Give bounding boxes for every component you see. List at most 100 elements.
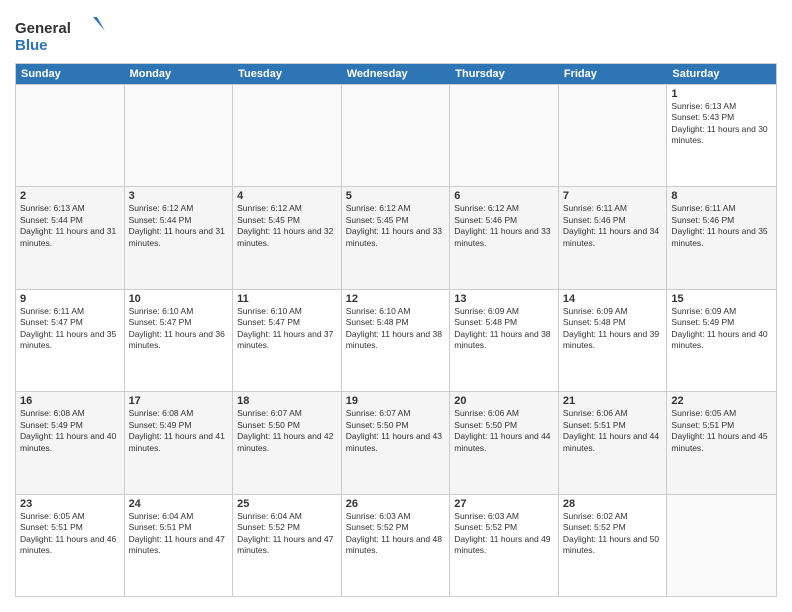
day-number: 28 bbox=[563, 498, 663, 510]
day-info: Sunrise: 6:05 AM Sunset: 5:51 PM Dayligh… bbox=[20, 511, 120, 557]
day-cell: 16Sunrise: 6:08 AM Sunset: 5:49 PM Dayli… bbox=[16, 392, 125, 493]
header: General Blue bbox=[15, 15, 777, 55]
day-cell: 21Sunrise: 6:06 AM Sunset: 5:51 PM Dayli… bbox=[559, 392, 668, 493]
day-info: Sunrise: 6:03 AM Sunset: 5:52 PM Dayligh… bbox=[454, 511, 554, 557]
day-cell: 19Sunrise: 6:07 AM Sunset: 5:50 PM Dayli… bbox=[342, 392, 451, 493]
day-header-friday: Friday bbox=[559, 64, 668, 84]
week-row-4: 16Sunrise: 6:08 AM Sunset: 5:49 PM Dayli… bbox=[16, 391, 776, 493]
day-cell: 12Sunrise: 6:10 AM Sunset: 5:48 PM Dayli… bbox=[342, 290, 451, 391]
day-header-sunday: Sunday bbox=[16, 64, 125, 84]
day-cell: 22Sunrise: 6:05 AM Sunset: 5:51 PM Dayli… bbox=[667, 392, 776, 493]
day-cell bbox=[125, 85, 234, 186]
calendar: SundayMondayTuesdayWednesdayThursdayFrid… bbox=[15, 63, 777, 597]
day-info: Sunrise: 6:11 AM Sunset: 5:46 PM Dayligh… bbox=[563, 203, 663, 249]
day-info: Sunrise: 6:10 AM Sunset: 5:47 PM Dayligh… bbox=[237, 306, 337, 352]
day-info: Sunrise: 6:06 AM Sunset: 5:51 PM Dayligh… bbox=[563, 408, 663, 454]
day-header-thursday: Thursday bbox=[450, 64, 559, 84]
day-cell bbox=[233, 85, 342, 186]
svg-text:General: General bbox=[15, 20, 71, 37]
day-info: Sunrise: 6:13 AM Sunset: 5:44 PM Dayligh… bbox=[20, 203, 120, 249]
page: General Blue SundayMondayTuesdayWednesda… bbox=[0, 0, 792, 612]
day-cell bbox=[559, 85, 668, 186]
week-row-1: 1Sunrise: 6:13 AM Sunset: 5:43 PM Daylig… bbox=[16, 84, 776, 186]
day-cell bbox=[342, 85, 451, 186]
day-number: 18 bbox=[237, 395, 337, 407]
day-number: 3 bbox=[129, 190, 229, 202]
day-info: Sunrise: 6:12 AM Sunset: 5:45 PM Dayligh… bbox=[346, 203, 446, 249]
day-header-saturday: Saturday bbox=[667, 64, 776, 84]
day-cell: 15Sunrise: 6:09 AM Sunset: 5:49 PM Dayli… bbox=[667, 290, 776, 391]
day-number: 2 bbox=[20, 190, 120, 202]
day-number: 23 bbox=[20, 498, 120, 510]
day-cell: 4Sunrise: 6:12 AM Sunset: 5:45 PM Daylig… bbox=[233, 187, 342, 288]
day-cell: 13Sunrise: 6:09 AM Sunset: 5:48 PM Dayli… bbox=[450, 290, 559, 391]
day-number: 16 bbox=[20, 395, 120, 407]
weeks-container: 1Sunrise: 6:13 AM Sunset: 5:43 PM Daylig… bbox=[16, 84, 776, 596]
day-number: 12 bbox=[346, 293, 446, 305]
day-number: 13 bbox=[454, 293, 554, 305]
day-cell: 2Sunrise: 6:13 AM Sunset: 5:44 PM Daylig… bbox=[16, 187, 125, 288]
day-cell: 27Sunrise: 6:03 AM Sunset: 5:52 PM Dayli… bbox=[450, 495, 559, 596]
day-number: 15 bbox=[671, 293, 772, 305]
day-number: 9 bbox=[20, 293, 120, 305]
day-info: Sunrise: 6:04 AM Sunset: 5:51 PM Dayligh… bbox=[129, 511, 229, 557]
day-number: 5 bbox=[346, 190, 446, 202]
day-headers: SundayMondayTuesdayWednesdayThursdayFrid… bbox=[16, 64, 776, 84]
day-info: Sunrise: 6:02 AM Sunset: 5:52 PM Dayligh… bbox=[563, 511, 663, 557]
logo: General Blue bbox=[15, 15, 105, 55]
day-cell: 24Sunrise: 6:04 AM Sunset: 5:51 PM Dayli… bbox=[125, 495, 234, 596]
day-cell: 20Sunrise: 6:06 AM Sunset: 5:50 PM Dayli… bbox=[450, 392, 559, 493]
day-info: Sunrise: 6:10 AM Sunset: 5:48 PM Dayligh… bbox=[346, 306, 446, 352]
day-info: Sunrise: 6:09 AM Sunset: 5:48 PM Dayligh… bbox=[563, 306, 663, 352]
day-cell bbox=[16, 85, 125, 186]
day-number: 19 bbox=[346, 395, 446, 407]
day-number: 11 bbox=[237, 293, 337, 305]
day-number: 1 bbox=[671, 88, 772, 100]
day-cell: 9Sunrise: 6:11 AM Sunset: 5:47 PM Daylig… bbox=[16, 290, 125, 391]
day-cell: 7Sunrise: 6:11 AM Sunset: 5:46 PM Daylig… bbox=[559, 187, 668, 288]
day-info: Sunrise: 6:12 AM Sunset: 5:44 PM Dayligh… bbox=[129, 203, 229, 249]
day-cell: 17Sunrise: 6:08 AM Sunset: 5:49 PM Dayli… bbox=[125, 392, 234, 493]
day-cell: 3Sunrise: 6:12 AM Sunset: 5:44 PM Daylig… bbox=[125, 187, 234, 288]
day-cell: 14Sunrise: 6:09 AM Sunset: 5:48 PM Dayli… bbox=[559, 290, 668, 391]
day-cell: 8Sunrise: 6:11 AM Sunset: 5:46 PM Daylig… bbox=[667, 187, 776, 288]
day-cell: 23Sunrise: 6:05 AM Sunset: 5:51 PM Dayli… bbox=[16, 495, 125, 596]
day-number: 8 bbox=[671, 190, 772, 202]
day-info: Sunrise: 6:03 AM Sunset: 5:52 PM Dayligh… bbox=[346, 511, 446, 557]
day-info: Sunrise: 6:11 AM Sunset: 5:46 PM Dayligh… bbox=[671, 203, 772, 249]
day-cell: 18Sunrise: 6:07 AM Sunset: 5:50 PM Dayli… bbox=[233, 392, 342, 493]
day-cell: 28Sunrise: 6:02 AM Sunset: 5:52 PM Dayli… bbox=[559, 495, 668, 596]
day-number: 25 bbox=[237, 498, 337, 510]
day-header-wednesday: Wednesday bbox=[342, 64, 451, 84]
day-info: Sunrise: 6:12 AM Sunset: 5:46 PM Dayligh… bbox=[454, 203, 554, 249]
week-row-2: 2Sunrise: 6:13 AM Sunset: 5:44 PM Daylig… bbox=[16, 186, 776, 288]
day-number: 24 bbox=[129, 498, 229, 510]
day-number: 26 bbox=[346, 498, 446, 510]
day-info: Sunrise: 6:08 AM Sunset: 5:49 PM Dayligh… bbox=[129, 408, 229, 454]
day-number: 6 bbox=[454, 190, 554, 202]
day-info: Sunrise: 6:12 AM Sunset: 5:45 PM Dayligh… bbox=[237, 203, 337, 249]
day-info: Sunrise: 6:09 AM Sunset: 5:49 PM Dayligh… bbox=[671, 306, 772, 352]
day-cell: 5Sunrise: 6:12 AM Sunset: 5:45 PM Daylig… bbox=[342, 187, 451, 288]
day-cell bbox=[450, 85, 559, 186]
day-number: 22 bbox=[671, 395, 772, 407]
day-info: Sunrise: 6:07 AM Sunset: 5:50 PM Dayligh… bbox=[237, 408, 337, 454]
day-number: 4 bbox=[237, 190, 337, 202]
day-number: 21 bbox=[563, 395, 663, 407]
week-row-3: 9Sunrise: 6:11 AM Sunset: 5:47 PM Daylig… bbox=[16, 289, 776, 391]
day-cell: 25Sunrise: 6:04 AM Sunset: 5:52 PM Dayli… bbox=[233, 495, 342, 596]
day-info: Sunrise: 6:07 AM Sunset: 5:50 PM Dayligh… bbox=[346, 408, 446, 454]
day-info: Sunrise: 6:13 AM Sunset: 5:43 PM Dayligh… bbox=[671, 101, 772, 147]
day-cell bbox=[667, 495, 776, 596]
day-number: 7 bbox=[563, 190, 663, 202]
day-info: Sunrise: 6:04 AM Sunset: 5:52 PM Dayligh… bbox=[237, 511, 337, 557]
day-cell: 26Sunrise: 6:03 AM Sunset: 5:52 PM Dayli… bbox=[342, 495, 451, 596]
day-info: Sunrise: 6:08 AM Sunset: 5:49 PM Dayligh… bbox=[20, 408, 120, 454]
day-cell: 1Sunrise: 6:13 AM Sunset: 5:43 PM Daylig… bbox=[667, 85, 776, 186]
week-row-5: 23Sunrise: 6:05 AM Sunset: 5:51 PM Dayli… bbox=[16, 494, 776, 596]
day-info: Sunrise: 6:09 AM Sunset: 5:48 PM Dayligh… bbox=[454, 306, 554, 352]
day-header-monday: Monday bbox=[125, 64, 234, 84]
day-info: Sunrise: 6:10 AM Sunset: 5:47 PM Dayligh… bbox=[129, 306, 229, 352]
day-number: 17 bbox=[129, 395, 229, 407]
day-info: Sunrise: 6:05 AM Sunset: 5:51 PM Dayligh… bbox=[671, 408, 772, 454]
